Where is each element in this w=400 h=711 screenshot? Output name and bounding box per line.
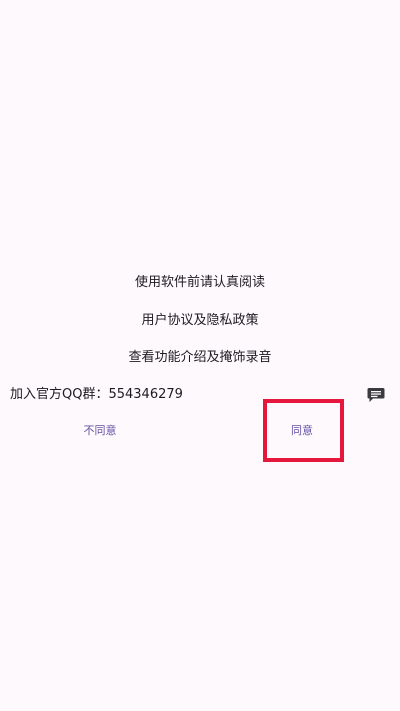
qq-group-text: 加入官方QQ群：554346279: [10, 387, 183, 402]
chat-button[interactable]: [366, 386, 386, 404]
chat-icon: [367, 388, 385, 402]
agree-button[interactable]: 同意: [272, 420, 332, 442]
read-before-use-text: 使用软件前请认真阅读: [134, 275, 265, 290]
disagree-button[interactable]: 不同意: [70, 420, 130, 442]
user-agreement-privacy-link[interactable]: 用户协议及隐私政策: [0, 312, 400, 330]
feature-intro-demo-link[interactable]: 查看功能介绍及掩饰录音: [0, 349, 400, 367]
